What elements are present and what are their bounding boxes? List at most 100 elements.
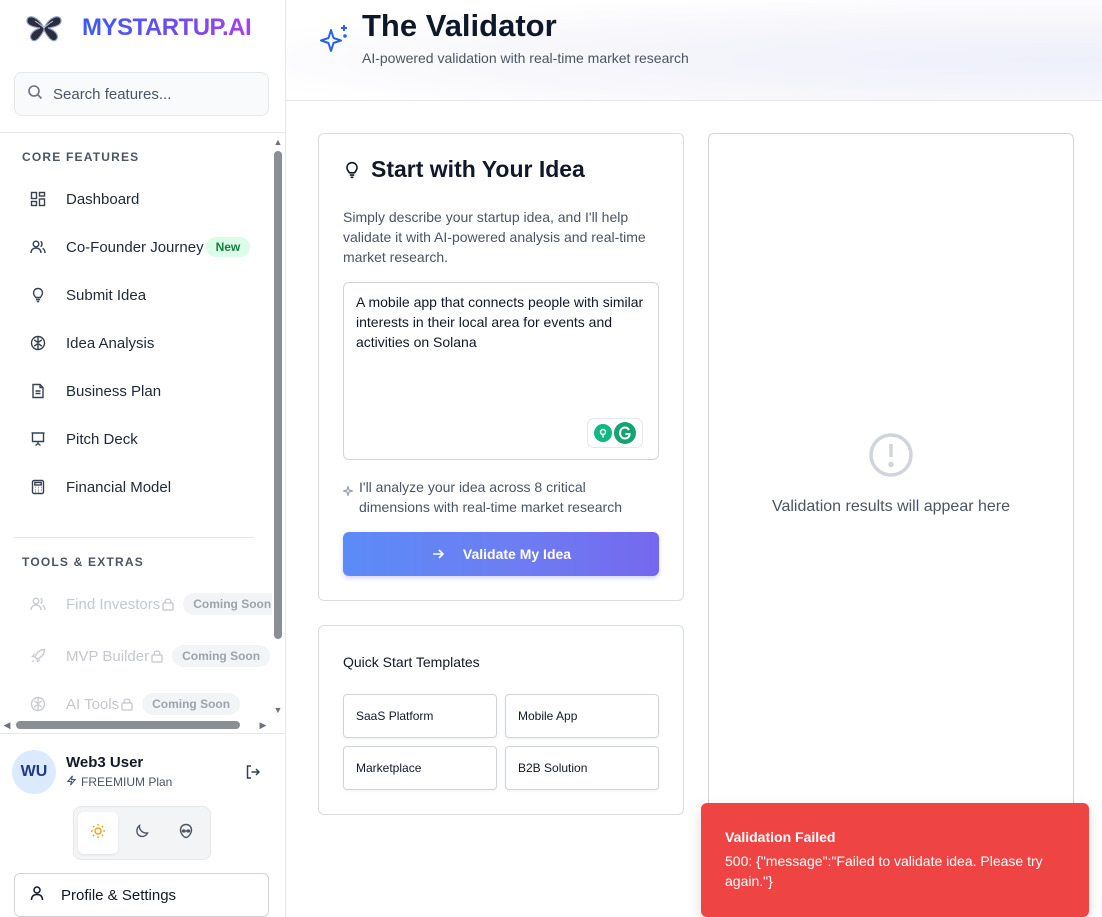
page-header: The Validator AI-powered validation with… bbox=[286, 0, 1102, 101]
lock-icon bbox=[120, 697, 134, 711]
plan-label: FREEMIUM Plan bbox=[81, 775, 173, 789]
calculator-icon bbox=[30, 479, 46, 495]
footer-divider bbox=[0, 733, 286, 734]
sidebar-item-label: Financial Model bbox=[66, 478, 172, 496]
users-icon bbox=[30, 239, 46, 255]
grammarly-logo-icon[interactable] bbox=[614, 422, 636, 444]
user-plan: FREEMIUM Plan bbox=[66, 775, 172, 789]
idea-card-description: Simply describe your startup idea, and I… bbox=[343, 209, 646, 265]
profile-settings-button[interactable]: Profile & Settings bbox=[14, 873, 269, 917]
presentation-icon bbox=[30, 431, 46, 447]
validate-idea-button[interactable]: Validate My Idea bbox=[343, 532, 659, 576]
scroll-left-arrow-icon[interactable]: ◀ bbox=[2, 720, 12, 730]
scrollbar-thumb[interactable] bbox=[274, 151, 282, 639]
sidebar-item-label: Submit Idea bbox=[66, 286, 147, 304]
horizontal-scrollbar[interactable]: ◀ ▶ bbox=[0, 719, 272, 731]
alien-icon bbox=[178, 823, 194, 844]
toast-message: 500: {"message":"Failed to validate idea… bbox=[725, 853, 1043, 889]
theme-switcher bbox=[73, 806, 211, 860]
sidebar-item-business-plan[interactable]: Business Plan bbox=[14, 371, 264, 411]
idea-card-title: Start with Your Idea bbox=[371, 156, 585, 182]
page-title: The Validator bbox=[362, 8, 557, 43]
nav-scroll-area: CORE FEATURES Dashboard Co-Founder Journ… bbox=[0, 133, 272, 719]
sun-icon bbox=[90, 823, 106, 844]
brand-logo[interactable]: MYSTARTUP.AI bbox=[22, 10, 252, 46]
main-content: The Validator AI-powered validation with… bbox=[286, 0, 1102, 917]
scroll-down-arrow-icon[interactable]: ▼ bbox=[273, 705, 283, 715]
template-marketplace-button[interactable]: Marketplace bbox=[343, 746, 497, 790]
moon-icon bbox=[134, 823, 150, 844]
validate-idea-label: Validate My Idea bbox=[462, 546, 572, 562]
sidebar-item-label: Idea Analysis bbox=[66, 334, 155, 352]
search-input[interactable] bbox=[53, 85, 253, 103]
lock-icon bbox=[161, 597, 175, 611]
sidebar-item-find-investors: Find Investors Coming Soon bbox=[14, 584, 272, 624]
logout-icon[interactable] bbox=[244, 763, 262, 781]
idea-input-card: Start with Your Idea Simply describe you… bbox=[318, 133, 684, 601]
theme-light-button[interactable] bbox=[78, 812, 118, 854]
sidebar-item-ai-tools: AI Tools Coming Soon bbox=[14, 684, 264, 719]
new-badge: New bbox=[205, 237, 251, 257]
scroll-up-arrow-icon[interactable]: ▲ bbox=[273, 137, 283, 147]
theme-alien-button[interactable] bbox=[166, 812, 206, 854]
scrollbar-thumb[interactable] bbox=[16, 721, 240, 729]
document-icon bbox=[30, 383, 46, 399]
vertical-scrollbar[interactable]: ▲ ▼ bbox=[272, 133, 284, 719]
page-subtitle: AI-powered validation with real-time mar… bbox=[362, 50, 689, 66]
sidebar-item-label: MVP Builder bbox=[66, 647, 150, 665]
error-toast[interactable]: Validation Failed 500: {"message":"Faile… bbox=[701, 803, 1089, 917]
template-saas-platform-button[interactable]: SaaS Platform bbox=[343, 694, 497, 738]
coming-soon-badge: Coming Soon bbox=[183, 593, 272, 615]
brain-icon bbox=[30, 696, 46, 712]
lock-icon bbox=[150, 649, 164, 663]
coming-soon-badge: Coming Soon bbox=[142, 693, 241, 715]
scroll-right-arrow-icon[interactable]: ▶ bbox=[258, 720, 268, 730]
profile-settings-label: Profile & Settings bbox=[61, 886, 177, 904]
idea-card-header: Start with Your Idea bbox=[343, 156, 585, 183]
sidebar-item-label: Find Investors bbox=[66, 595, 161, 613]
section-title-core: CORE FEATURES bbox=[22, 150, 140, 164]
quick-start-templates-card: Quick Start Templates SaaS Platform Mobi… bbox=[318, 625, 684, 815]
sparkle-small-icon bbox=[341, 483, 355, 498]
results-placeholder-text: Validation results will appear here bbox=[771, 498, 1011, 515]
lightbulb-icon bbox=[30, 287, 46, 303]
sidebar-item-pitch-deck[interactable]: Pitch Deck bbox=[14, 419, 264, 459]
dashboard-icon bbox=[30, 191, 46, 207]
lightbulb-icon bbox=[343, 161, 361, 179]
users-icon bbox=[30, 596, 46, 612]
analyze-note: I'll analyze your idea across 8 critical… bbox=[341, 477, 659, 517]
lightning-icon bbox=[66, 775, 77, 789]
sidebar-item-label: Business Plan bbox=[66, 382, 162, 400]
sidebar-item-submit-idea[interactable]: Submit Idea bbox=[14, 275, 264, 315]
grammarly-suggestion-icon[interactable] bbox=[594, 424, 612, 442]
grammarly-widget[interactable] bbox=[587, 418, 643, 448]
template-mobile-app-button[interactable]: Mobile App bbox=[505, 694, 659, 738]
sparkles-icon bbox=[318, 22, 352, 56]
analyze-note-text: I'll analyze your idea across 8 critical… bbox=[359, 479, 622, 515]
toast-title: Validation Failed bbox=[725, 829, 836, 845]
sidebar-item-idea-analysis[interactable]: Idea Analysis bbox=[14, 323, 264, 363]
validation-results-panel: Validation results will appear here bbox=[708, 133, 1074, 823]
brand-name: MYSTARTUP.AI bbox=[82, 14, 252, 41]
user-icon bbox=[29, 885, 45, 906]
theme-dark-button[interactable] bbox=[122, 812, 162, 854]
sidebar-item-financial-model[interactable]: Financial Model bbox=[14, 467, 264, 507]
sidebar-item-co-founder-journey[interactable]: Co-Founder Journey New bbox=[14, 227, 264, 267]
rocket-icon bbox=[30, 648, 46, 664]
arrow-right-icon bbox=[431, 547, 445, 561]
section-divider bbox=[14, 537, 254, 538]
butterfly-logo-icon bbox=[22, 10, 66, 46]
sidebar-item-mvp-builder: MVP Builder Coming Soon bbox=[14, 636, 271, 676]
avatar: WU bbox=[12, 750, 56, 794]
sidebar-item-label: Dashboard bbox=[66, 190, 140, 208]
sidebar-item-label: Pitch Deck bbox=[66, 430, 138, 448]
search-box bbox=[14, 72, 269, 116]
templates-title: Quick Start Templates bbox=[343, 654, 480, 670]
sidebar-item-dashboard[interactable]: Dashboard bbox=[14, 179, 264, 219]
brain-icon bbox=[30, 335, 46, 351]
search-icon bbox=[27, 84, 43, 105]
coming-soon-badge: Coming Soon bbox=[172, 645, 271, 667]
template-b2b-solution-button[interactable]: B2B Solution bbox=[505, 746, 659, 790]
sidebar-item-label: Co-Founder Journey bbox=[66, 238, 204, 256]
section-title-tools: TOOLS & EXTRAS bbox=[22, 555, 144, 569]
